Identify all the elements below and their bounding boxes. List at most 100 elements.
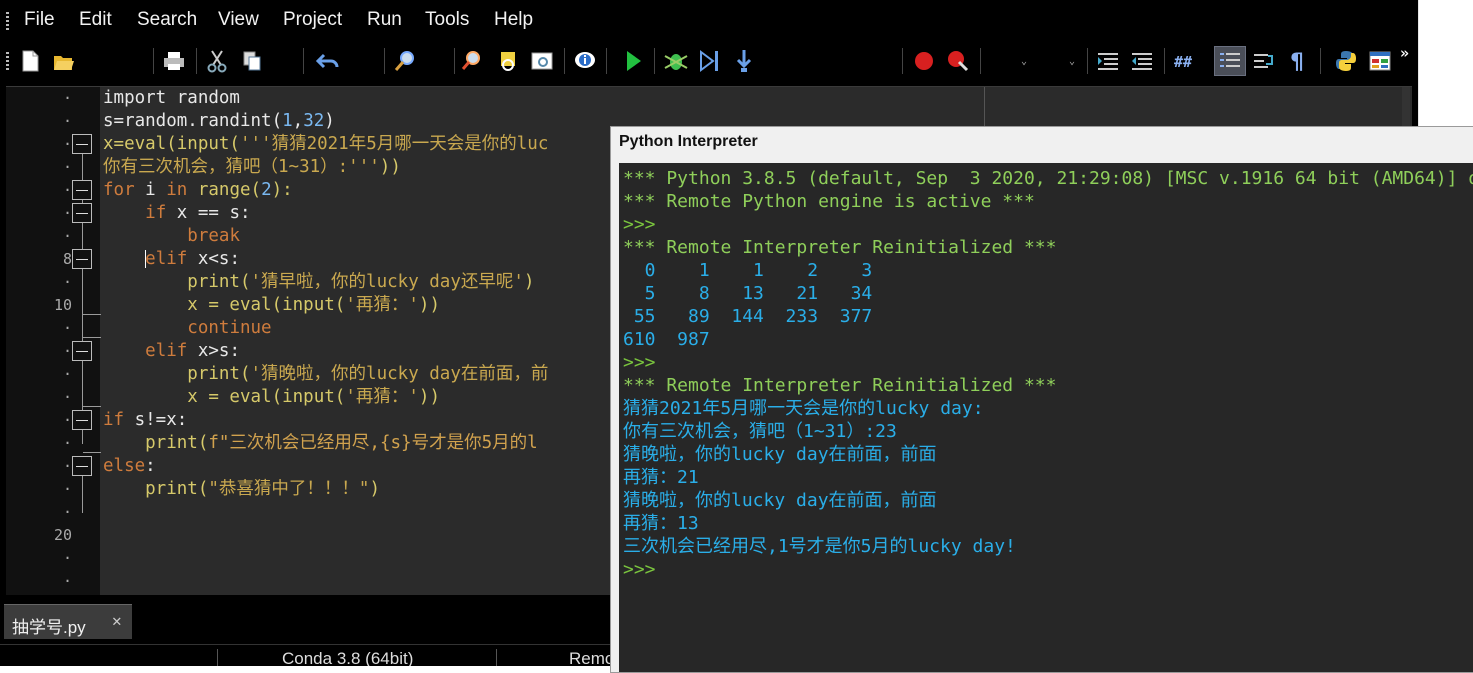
line-number: · xyxy=(62,342,72,360)
menu-search[interactable]: Search xyxy=(137,9,197,31)
svg-text:##: ## xyxy=(1174,53,1192,71)
code-line[interactable]: elif x>s: xyxy=(103,340,240,363)
code-token: ): xyxy=(271,180,293,200)
debug-icon[interactable] xyxy=(662,47,690,75)
menu-file[interactable]: File xyxy=(24,9,55,31)
code-line[interactable]: print("恭喜猜中了！！！") xyxy=(103,478,380,501)
code-token: break xyxy=(187,226,240,246)
view-icon[interactable] xyxy=(528,47,556,75)
status-separator xyxy=(217,649,218,666)
code-token: )) xyxy=(418,295,440,315)
find-icon[interactable] xyxy=(391,47,419,75)
combo-dropdown-1[interactable]: ⌄ xyxy=(1021,56,1027,67)
code-line[interactable]: if s!=x: xyxy=(103,409,187,432)
console-line: 你有三次机会，猜吧（1~31）:23 xyxy=(623,421,897,442)
fold-toggle[interactable] xyxy=(72,410,92,430)
code-line[interactable]: print('猜早啦，你的lucky day还早呢') xyxy=(103,271,534,294)
dedent-icon[interactable] xyxy=(1128,47,1156,75)
console-line: 55 89 144 233 377 xyxy=(623,306,873,327)
menu-tools[interactable]: Tools xyxy=(425,9,469,31)
fold-toggle[interactable] xyxy=(72,180,92,200)
code-token: s!=x: xyxy=(124,410,188,430)
toolbar-separator xyxy=(1164,48,1165,74)
code-token: ) xyxy=(324,111,335,131)
code-token: 1 xyxy=(282,111,293,131)
code-token: '再猜：' xyxy=(345,387,419,407)
fold-toggle[interactable] xyxy=(72,249,92,269)
code-line[interactable]: 你有三次机会，猜吧（1~31）:''')) xyxy=(103,156,401,179)
undo-icon[interactable] xyxy=(314,47,342,75)
toolbar-separator xyxy=(153,48,154,74)
menu-edit[interactable]: Edit xyxy=(79,9,112,31)
code-line[interactable]: x = eval(input('再猜：')) xyxy=(103,294,440,317)
console-line: 猜晚啦，你的lucky day在前面，前面 xyxy=(623,444,937,465)
highlight-icon[interactable] xyxy=(494,47,522,75)
breakpoint-icon[interactable] xyxy=(910,47,938,75)
fold-toggle[interactable] xyxy=(72,203,92,223)
interpreter-console[interactable]: *** Python 3.8.5 (default, Sep 3 2020, 2… xyxy=(619,163,1473,672)
console-line: 再猜：13 xyxy=(623,513,699,534)
paragraph-icon[interactable]: ¶ xyxy=(1284,47,1312,75)
step-icon[interactable] xyxy=(696,47,724,75)
new-file-icon[interactable] xyxy=(16,47,44,75)
line-number: · xyxy=(62,388,72,406)
code-line[interactable]: x=eval(input('''猜猜2021年5月哪一天会是你的luc xyxy=(103,133,548,156)
run-icon[interactable] xyxy=(619,47,647,75)
copy-icon[interactable] xyxy=(238,47,266,75)
code-token: x = eval(input( xyxy=(103,387,346,407)
menu-run[interactable]: Run xyxy=(367,9,402,31)
menu-grip[interactable] xyxy=(6,12,9,30)
code-line[interactable]: continue xyxy=(103,317,272,340)
comment-icon[interactable]: ## xyxy=(1172,47,1200,75)
code-token: 你有三次机会，猜吧（1~31）:''' xyxy=(103,157,380,177)
print-icon[interactable] xyxy=(160,47,188,75)
code-line[interactable]: break xyxy=(103,225,240,248)
toolbar-overflow-button[interactable]: » xyxy=(1400,44,1409,62)
indent-icon[interactable] xyxy=(1094,47,1122,75)
menu-project[interactable]: Project xyxy=(283,9,342,31)
status-interpreter[interactable]: Conda 3.8 (64bit) xyxy=(282,649,413,666)
code-line[interactable]: elif x<s: xyxy=(103,248,240,271)
line-number: · xyxy=(62,365,72,383)
editor-gutter: · · · · · · · 8 · 10 · · · · · · · · · 20 · · xyxy=(6,87,101,595)
console-line: 0 1 1 2 3 xyxy=(623,260,873,281)
line-number: · xyxy=(62,89,72,107)
fold-toggle[interactable] xyxy=(72,134,92,154)
info-icon[interactable] xyxy=(571,47,599,75)
code-line[interactable]: s=random.randint(1,32) xyxy=(103,110,335,133)
code-token: range( xyxy=(187,180,262,200)
wrap-icon[interactable] xyxy=(1250,47,1278,75)
line-numbers-icon[interactable] xyxy=(1214,46,1246,76)
status-remote[interactable]: Remo xyxy=(569,649,614,666)
code-token: x = eval(input( xyxy=(103,295,346,315)
code-line[interactable]: import random xyxy=(103,87,240,110)
code-line[interactable]: for i in range(2): xyxy=(103,179,293,202)
find-in-files-icon[interactable] xyxy=(458,47,486,75)
code-line[interactable]: print('猜晚啦，你的lucky day在前面，前 xyxy=(103,363,548,386)
toolbar-grip[interactable] xyxy=(6,52,9,70)
code-line[interactable]: print(f"三次机会已经用尽,{s}号才是你5月的l xyxy=(103,432,538,455)
line-number: · xyxy=(62,158,72,176)
close-icon[interactable]: ✕ xyxy=(112,611,122,630)
line-number: · xyxy=(62,204,72,222)
fold-toggle[interactable] xyxy=(72,456,92,476)
fold-toggle[interactable] xyxy=(72,341,92,361)
code-token: continue xyxy=(187,318,272,338)
cut-icon[interactable] xyxy=(203,47,231,75)
code-line[interactable]: x = eval(input('再猜：')) xyxy=(103,386,440,409)
code-line[interactable]: if x == s: xyxy=(103,202,250,225)
file-tab[interactable]: 抽学号.py ✕ xyxy=(4,604,132,639)
menu-help[interactable]: Help xyxy=(494,9,533,31)
step-into-icon[interactable] xyxy=(730,47,758,75)
python-icon[interactable] xyxy=(1332,47,1360,75)
open-file-icon[interactable] xyxy=(50,47,78,75)
code-line[interactable]: else: xyxy=(103,455,156,478)
clear-breakpoints-icon[interactable] xyxy=(944,47,972,75)
code-token: ) xyxy=(523,272,535,292)
code-token: elif xyxy=(145,249,188,269)
combo-dropdown-2[interactable]: ⌄ xyxy=(1069,56,1075,67)
menu-view[interactable]: View xyxy=(218,9,259,31)
line-number: · xyxy=(62,480,72,498)
layout-icon[interactable] xyxy=(1366,47,1394,75)
